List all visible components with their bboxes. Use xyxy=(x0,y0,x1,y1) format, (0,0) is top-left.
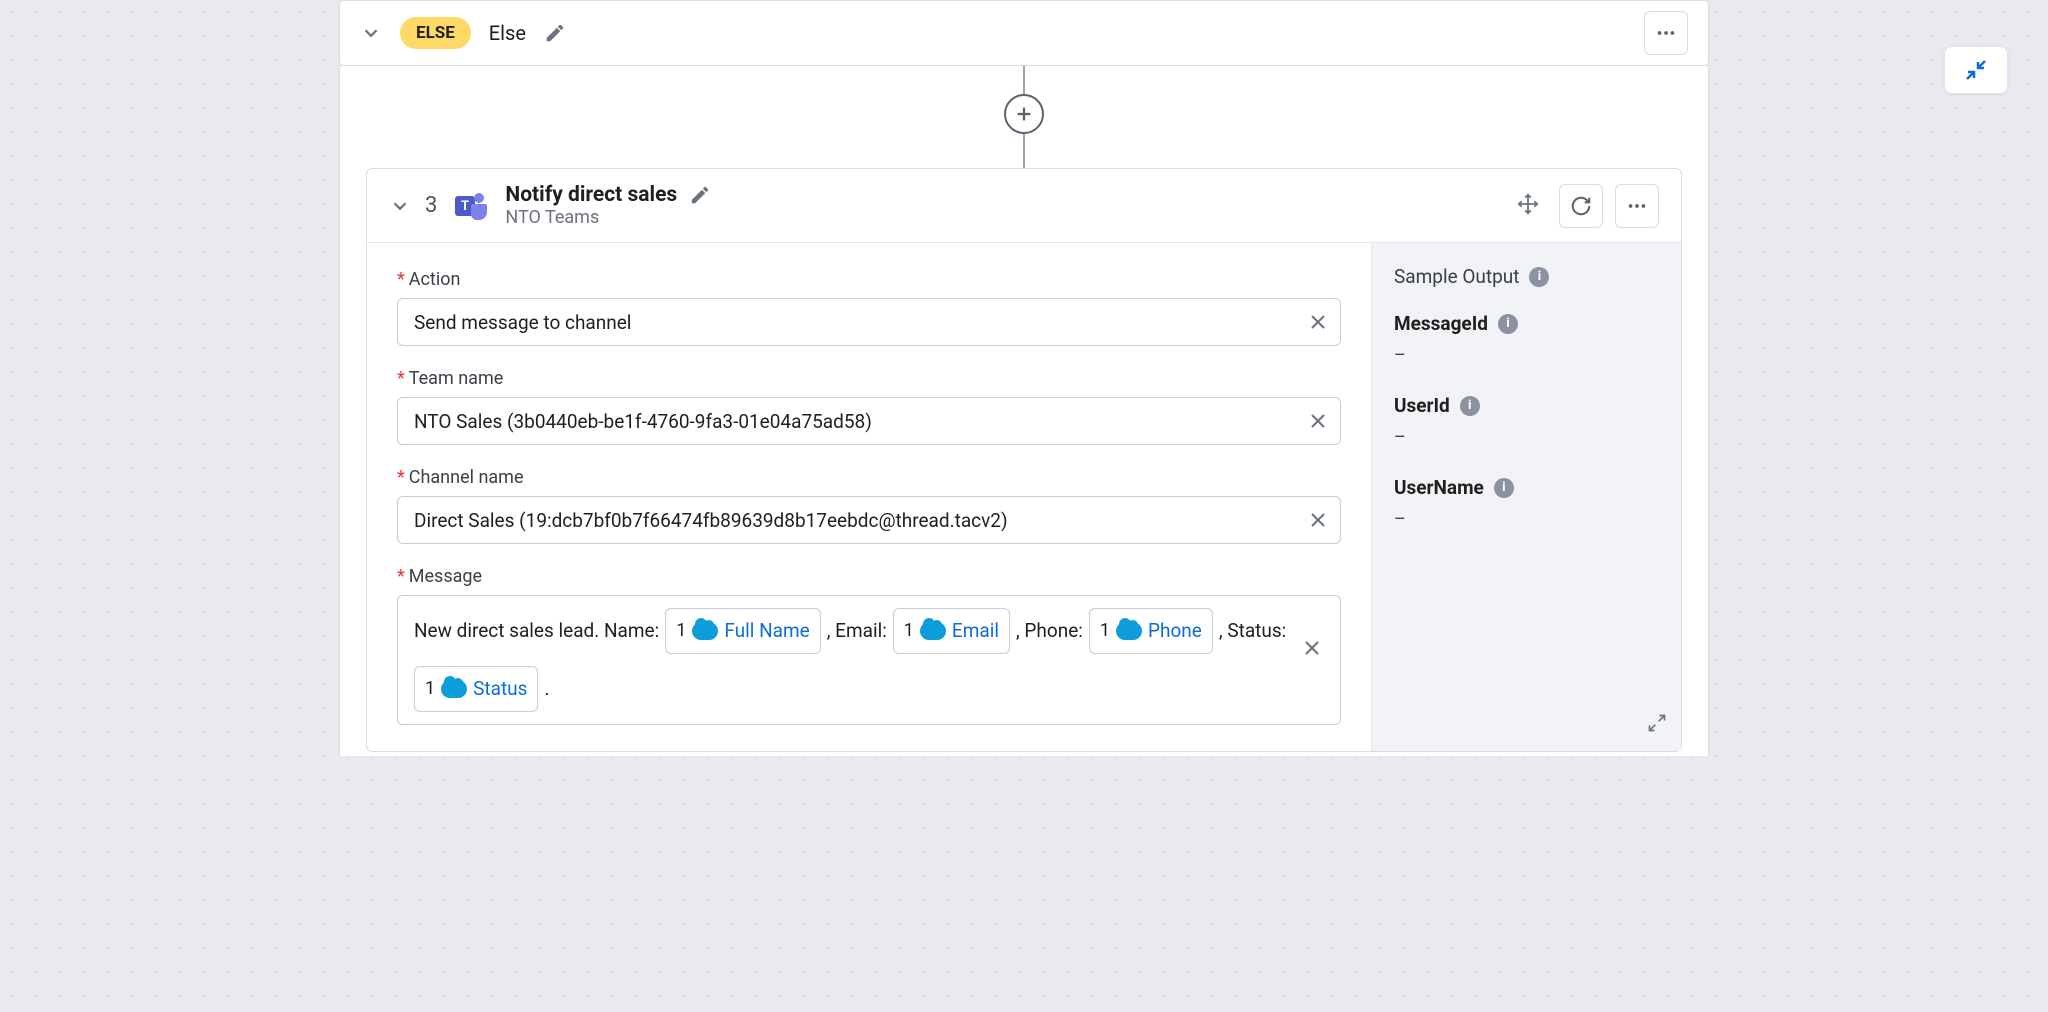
form-panel: *Action *Team name *Channel name xyxy=(367,243,1371,751)
clear-icon[interactable] xyxy=(1306,310,1330,334)
step-subtitle: NTO Teams xyxy=(505,207,711,228)
step-title: Notify direct sales xyxy=(505,183,677,207)
message-text: , Phone: xyxy=(1016,613,1083,649)
salesforce-icon xyxy=(441,680,467,698)
collapse-panel-button[interactable] xyxy=(1944,46,2008,94)
info-icon[interactable]: i xyxy=(1529,267,1549,287)
message-text: , Status: xyxy=(1219,613,1286,649)
salesforce-icon xyxy=(920,622,946,640)
datapill-email[interactable]: 1 Email xyxy=(893,608,1010,654)
channel-input-field[interactable] xyxy=(414,499,1306,542)
step-card: 3 T Notify direct sales NTO Teams xyxy=(366,168,1682,752)
message-label: Message xyxy=(409,566,482,587)
info-icon[interactable]: i xyxy=(1494,478,1514,498)
output-value: – xyxy=(1394,509,1659,530)
datapill-status[interactable]: 1 Status xyxy=(414,666,538,712)
teams-icon: T xyxy=(451,186,491,226)
step-number: 3 xyxy=(425,193,437,218)
action-input-field[interactable] xyxy=(414,301,1306,344)
channel-label: Channel name xyxy=(409,467,524,488)
edit-icon[interactable] xyxy=(544,22,566,44)
team-input[interactable] xyxy=(397,397,1341,445)
salesforce-icon xyxy=(1116,622,1142,640)
sample-output-panel: Sample Output i MessageIdi – UserIdi – U… xyxy=(1371,243,1681,751)
more-menu-button[interactable] xyxy=(1644,11,1688,55)
message-text: , Email: xyxy=(827,613,887,649)
salesforce-icon xyxy=(692,622,718,640)
info-icon[interactable]: i xyxy=(1498,314,1518,334)
action-input[interactable] xyxy=(397,298,1341,346)
output-label: MessageId xyxy=(1394,312,1488,335)
else-label: Else xyxy=(489,21,526,45)
move-icon[interactable] xyxy=(1509,185,1547,227)
datapill-phone[interactable]: 1 Phone xyxy=(1089,608,1213,654)
message-text: New direct sales lead. Name: xyxy=(414,613,659,649)
clear-icon[interactable] xyxy=(1306,409,1330,433)
more-menu-button[interactable] xyxy=(1615,184,1659,228)
info-icon[interactable]: i xyxy=(1460,396,1480,416)
output-label: UserId xyxy=(1394,394,1450,417)
svg-text:T: T xyxy=(461,199,469,214)
output-label: UserName xyxy=(1394,476,1484,499)
else-badge: ELSE xyxy=(400,17,471,49)
action-label: Action xyxy=(409,269,461,290)
team-input-field[interactable] xyxy=(414,400,1306,443)
team-label: Team name xyxy=(409,368,504,389)
expand-icon[interactable] xyxy=(1647,713,1667,737)
message-text: . xyxy=(544,671,549,707)
edit-icon[interactable] xyxy=(689,184,711,206)
output-value: – xyxy=(1394,345,1659,366)
connector-line xyxy=(339,66,1709,168)
else-branch-header: ELSE Else xyxy=(339,0,1709,66)
sample-output-title: Sample Output xyxy=(1394,265,1519,288)
step-header: 3 T Notify direct sales NTO Teams xyxy=(367,169,1681,243)
clear-icon[interactable] xyxy=(1300,636,1324,660)
channel-input[interactable] xyxy=(397,496,1341,544)
message-input[interactable]: New direct sales lead. Name: 1 Full Name… xyxy=(397,595,1341,725)
add-step-button[interactable] xyxy=(1004,94,1044,134)
clear-icon[interactable] xyxy=(1306,508,1330,532)
datapill-fullname[interactable]: 1 Full Name xyxy=(665,608,820,654)
output-value: – xyxy=(1394,427,1659,448)
refresh-button[interactable] xyxy=(1559,184,1603,228)
chevron-down-icon[interactable] xyxy=(389,195,411,217)
chevron-down-icon[interactable] xyxy=(360,22,382,44)
